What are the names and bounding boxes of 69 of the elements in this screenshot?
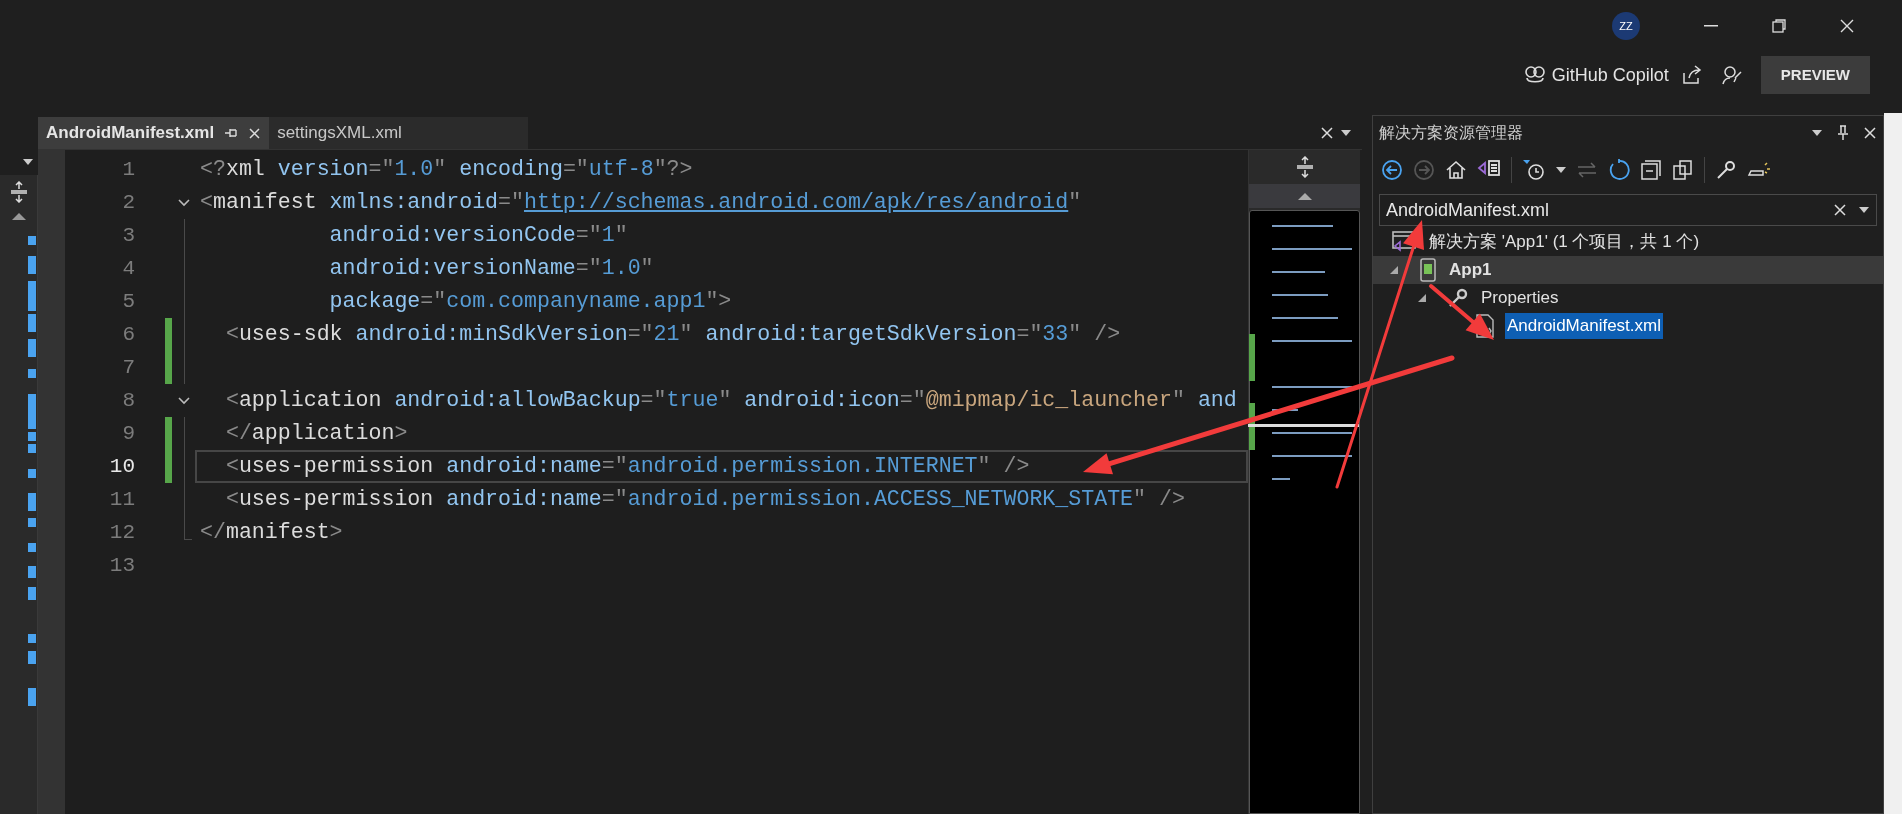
caret-icon[interactable] (1811, 129, 1823, 137)
preview-button[interactable]: PREVIEW (1760, 56, 1870, 94)
line-number: 9 (121, 421, 135, 447)
caret-icon[interactable] (1859, 207, 1869, 213)
line-number: 12 (108, 520, 135, 546)
line-number: 2 (121, 190, 135, 216)
line-number: 8 (121, 388, 135, 414)
scroll-up-icon[interactable] (10, 211, 27, 221)
tree-item[interactable]: Properties (1479, 285, 1561, 311)
refresh-icon[interactable] (1608, 159, 1630, 181)
line-number: 4 (121, 256, 135, 282)
code-line: package="com.companyname.app1"> (328, 288, 732, 315)
tree-item[interactable]: AndroidManifest.xml (1505, 313, 1663, 339)
line-number: 3 (121, 223, 135, 249)
line-number: 13 (108, 553, 135, 579)
code-line: </application> (224, 420, 408, 447)
collapse-chevron-icon[interactable] (178, 397, 190, 405)
sync-icon[interactable] (1576, 162, 1598, 178)
code-line: android:versionCode="1" (328, 222, 628, 249)
code-line: android:versionName="1.0" (328, 255, 654, 282)
scroll-up-icon[interactable] (1296, 191, 1313, 201)
pending-changes-filter-icon[interactable] (1522, 159, 1546, 181)
search-field[interactable]: AndroidManifest.xml (1379, 194, 1877, 226)
minimap[interactable] (1249, 210, 1360, 814)
close-icon[interactable] (1840, 19, 1854, 33)
caret-icon[interactable] (1556, 167, 1566, 173)
line-number: 10 (108, 454, 135, 480)
panel-title: 解决方案资源管理器 (1379, 123, 1524, 143)
avatar[interactable]: ZZ (1612, 12, 1640, 40)
clear-icon[interactable] (1833, 203, 1847, 217)
split-icon[interactable] (1295, 156, 1314, 178)
phone-icon (1419, 258, 1437, 282)
line-number: 1 (121, 157, 135, 183)
split-icon[interactable] (9, 181, 28, 203)
code-line: <uses-permission android:name="android.permission.INTERNET" /> (224, 453, 1030, 480)
back-icon[interactable] (1381, 159, 1403, 181)
editor-tab[interactable]: AndroidManifest.xml (38, 117, 270, 149)
show-all-files-icon[interactable] (1672, 159, 1694, 181)
line-number: 6 (121, 322, 135, 348)
code-line: <?xml version="1.0" encoding="utf-8"?> (200, 156, 693, 183)
share-icon[interactable] (1680, 64, 1703, 86)
caret-icon[interactable] (1340, 129, 1352, 137)
code-line: </manifest> (200, 519, 343, 546)
code-line: <application android:allowBackup="true" android:icon="@mipmap/ic_launcher" and (224, 387, 1237, 414)
line-number: 7 (121, 355, 135, 381)
close-icon[interactable] (248, 126, 262, 140)
link[interactable]: http://schemas.android.com/apk/res/android (524, 190, 1069, 214)
caret-icon[interactable] (22, 158, 34, 166)
home-icon[interactable] (1445, 159, 1467, 181)
close-icon[interactable] (1863, 126, 1877, 140)
copilot-icon (1523, 65, 1546, 85)
editor-tab[interactable]: settingsXML.xml (269, 117, 410, 149)
collapse-all-icon[interactable] (1640, 159, 1662, 181)
line-number: 11 (108, 487, 135, 513)
collapse-chevron-icon[interactable] (178, 199, 190, 207)
code-line: <uses-sdk android:minSdkVersion="21" android:targetSdkVersion="33" /> (224, 321, 1121, 348)
preview-selected-icon[interactable] (1747, 161, 1771, 179)
code-line: <uses-permission android:name="android.permission.ACCESS_NETWORK_STATE" /> (224, 486, 1185, 513)
close-icon[interactable] (1320, 126, 1334, 140)
code-line: <manifest xmlns:android="http://schemas.android.com/apk/res/android" (200, 189, 1082, 216)
copilot-label[interactable]: GitHub Copilot (1551, 61, 1669, 89)
minimize-icon[interactable] (1704, 25, 1718, 27)
feedback-icon[interactable] (1720, 64, 1743, 86)
restore-icon[interactable] (1772, 19, 1786, 33)
expanded-triangle-icon[interactable] (1389, 265, 1399, 275)
line-number: 5 (121, 289, 135, 315)
tree-item[interactable]: 解决方案 'App1' (1 个项目，共 1 个) (1427, 229, 1702, 255)
tree-item[interactable]: App1 (1447, 257, 1494, 283)
expanded-triangle-icon[interactable] (1417, 293, 1427, 303)
